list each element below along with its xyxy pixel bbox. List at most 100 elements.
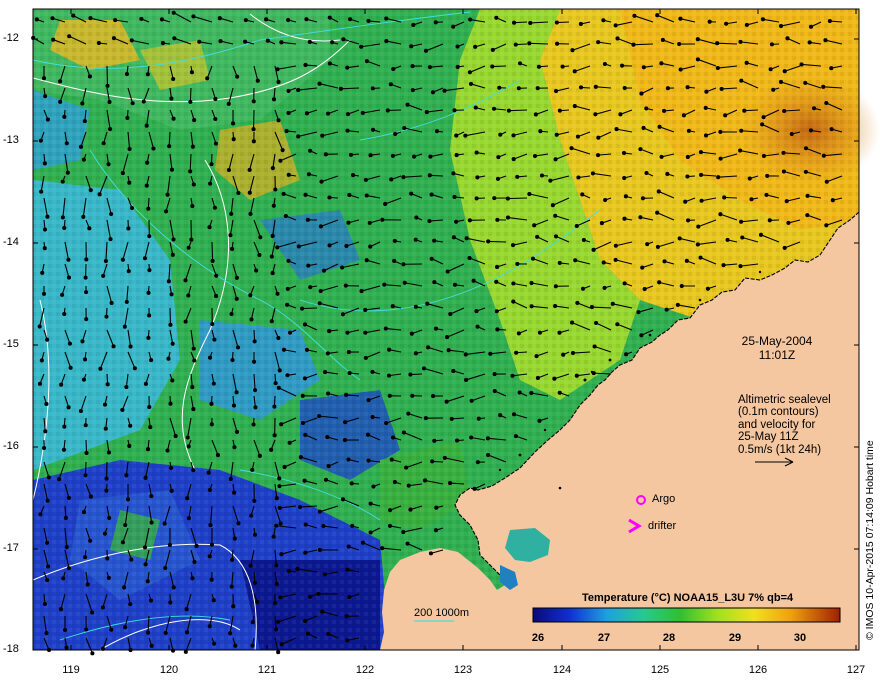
velocity-arrow-head [655, 244, 660, 249]
velocity-arrow-head [533, 112, 538, 117]
velocity-arrow-head [147, 313, 152, 318]
velocity-arrow-head [350, 523, 355, 528]
velocity-arrow-head [192, 118, 197, 123]
velocity-arrow-head [591, 247, 596, 252]
velocity-arrow-head [228, 233, 233, 238]
lat-label: -13 [3, 134, 19, 146]
velocity-arrow-head [83, 423, 88, 428]
velocity-arrow-head [596, 135, 601, 140]
velocity-arrow-head [109, 300, 114, 306]
velocity-arrow-head [662, 108, 667, 113]
velocity-arrow-head [215, 453, 221, 458]
velocity-arrow-head [130, 101, 135, 106]
velocity-arrow-head [275, 291, 280, 296]
velocity-arrow-head [105, 382, 110, 387]
velocity-arrow-head [718, 156, 723, 161]
velocity-arrow-head [274, 581, 279, 587]
velocity-arrow-head [232, 445, 237, 450]
velocity-arrow-head [194, 543, 199, 549]
velocity-arrow-head [62, 627, 68, 633]
velocity-arrow-head [758, 232, 764, 237]
velocity-arrow-head [213, 116, 218, 122]
velocity-arrow-head [251, 359, 257, 364]
velocity-arrow-head [364, 59, 369, 64]
velocity-arrow-head [230, 358, 235, 363]
velocity-arrow-head [190, 576, 195, 581]
velocity-arrow-head [602, 61, 607, 67]
velocity-arrow-head [347, 370, 352, 376]
velocity-arrow-head [80, 101, 85, 106]
velocity-arrow-head [167, 144, 172, 149]
velocity-arrow-head [212, 337, 217, 342]
velocity-arrow-head [474, 150, 479, 155]
velocity-arrow-head [539, 173, 545, 178]
velocity-arrow-head [45, 498, 50, 503]
velocity-arrow-head [475, 460, 480, 465]
velocity-arrow-head [104, 314, 109, 319]
velocity-arrow-head [454, 219, 459, 224]
velocity-arrow-head [258, 235, 263, 240]
velocity-arrow-head [505, 196, 510, 201]
velocity-arrow-head [188, 169, 193, 174]
velocity-arrow-head [807, 40, 812, 45]
velocity-arrow [106, 65, 109, 86]
velocity-arrow-head [104, 488, 109, 493]
velocity-arrow-head [207, 554, 212, 559]
velocity-arrow-head [128, 344, 133, 349]
velocity-arrow-head [423, 48, 429, 53]
velocity-arrow-head [247, 190, 252, 195]
velocity-arrow-head [615, 36, 620, 41]
velocity-arrow-head [473, 105, 478, 110]
velocity-arrow-head [272, 404, 277, 409]
info-line: 25-May 11Z [738, 431, 799, 444]
velocity-arrow-head [703, 133, 709, 138]
velocity-arrow-head [285, 302, 290, 307]
velocity-arrow-head [557, 108, 562, 113]
velocity-arrow-head [451, 171, 456, 176]
velocity-arrow-head [410, 64, 415, 69]
velocity-arrow-head [552, 376, 557, 381]
velocity-arrow-head [250, 467, 255, 472]
velocity-arrow-head [345, 567, 350, 572]
velocity-arrow-head [191, 468, 196, 473]
velocity-arrow-head [105, 83, 110, 88]
velocity-arrow-head [273, 187, 278, 192]
velocity-arrow-head [207, 225, 212, 230]
velocity-arrow-head [665, 86, 671, 91]
velocity-arrow-head [433, 20, 438, 25]
velocity-arrow-head [236, 521, 241, 526]
velocity-arrow-head [448, 481, 453, 486]
velocity-arrow-head [305, 217, 310, 222]
velocity-arrow-head [321, 268, 327, 273]
velocity-arrow-head [109, 627, 114, 632]
velocity-arrow-head [127, 443, 132, 449]
velocity-arrow-head [90, 610, 95, 615]
velocity-arrow-head [703, 105, 708, 110]
velocity-arrow-head [368, 530, 373, 535]
velocity-arrow-head [645, 242, 650, 247]
velocity-arrow-head [782, 69, 787, 74]
velocity-arrow-head [42, 601, 47, 606]
velocity-arrow-head [231, 403, 237, 408]
velocity-arrow-head [510, 373, 515, 378]
velocity-arrow-head [296, 244, 301, 249]
velocity-arrow-head [538, 129, 543, 134]
velocity-arrow-head [632, 13, 637, 18]
velocity-arrow-head [532, 223, 537, 228]
velocity-arrow-head [392, 258, 397, 264]
velocity-arrow-head [274, 496, 279, 501]
velocity-arrow-head [346, 350, 351, 355]
lat-label: -15 [3, 338, 19, 350]
velocity-arrow-head [602, 285, 607, 290]
velocity-arrow-head [326, 464, 331, 469]
velocity-arrow-head [281, 347, 286, 352]
velocity-arrow-head [659, 154, 664, 159]
velocity-arrow-head [620, 63, 625, 68]
velocity-arrow-head [279, 552, 284, 557]
velocity-arrow-head [553, 304, 558, 309]
velocity-arrow-head [272, 433, 277, 438]
velocity-arrow-head [348, 152, 354, 157]
lat-label: -18 [3, 643, 19, 655]
velocity-arrow-head [124, 72, 130, 77]
velocity-arrow-head [811, 106, 817, 111]
